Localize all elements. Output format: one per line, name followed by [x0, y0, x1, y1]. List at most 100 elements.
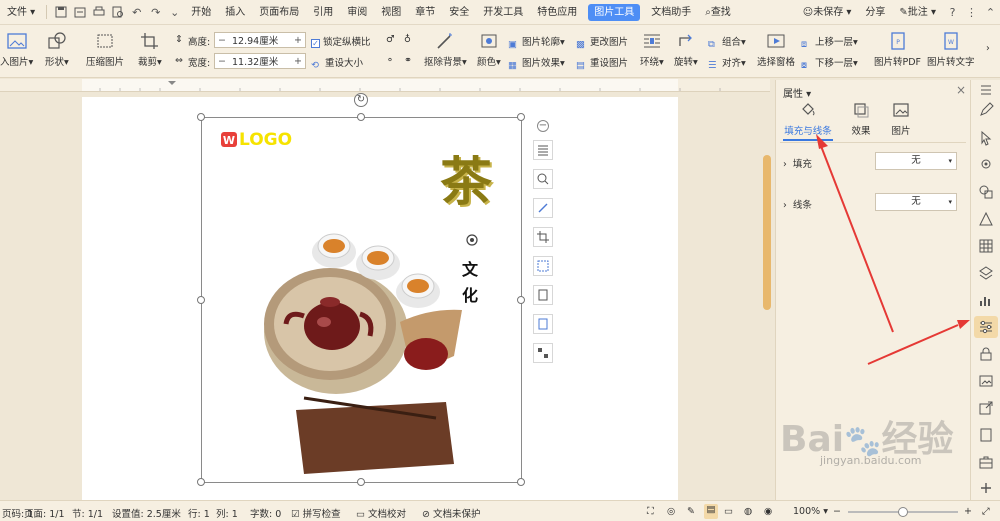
resize-handle-top-left[interactable] — [197, 113, 205, 121]
tab-picture-tools[interactable]: 图片工具 — [588, 3, 641, 21]
tab-picture[interactable]: 图片 — [886, 102, 916, 137]
fit-window-icon[interactable]: ⤢ — [982, 506, 990, 517]
page-view-icon[interactable]: ▤ — [704, 504, 718, 519]
tab-view[interactable]: 视图 — [374, 0, 408, 25]
fullscreen-icon[interactable]: ⛶ — [647, 506, 654, 517]
transparency-icon[interactable]: ⚭ — [404, 55, 412, 66]
reset-picture-button[interactable]: ▤ 重设图片 — [576, 55, 628, 72]
export-icon[interactable] — [73, 6, 86, 19]
table-icon[interactable] — [978, 238, 994, 254]
close-panel-icon[interactable]: × — [956, 83, 966, 97]
resize-handle-bottom-left[interactable] — [197, 478, 205, 486]
layout-options-icon[interactable] — [533, 140, 553, 160]
bring-forward-button[interactable]: ⧈ 上移一层▾ — [801, 34, 858, 51]
picture-selection-frame[interactable] — [201, 117, 522, 483]
resize-handle-bottom-right[interactable] — [517, 478, 525, 486]
align-button[interactable]: ☰ 对齐▾ — [708, 55, 746, 72]
print-icon[interactable] — [92, 6, 105, 19]
reset-size-button[interactable]: ⟲ 重设大小 — [311, 55, 363, 72]
fill-section-toggle[interactable]: › 填充 — [783, 156, 812, 170]
crop-tool-icon[interactable] — [533, 227, 553, 247]
pen-icon[interactable] — [978, 102, 994, 118]
shapes-icon[interactable] — [978, 184, 994, 200]
height-stepper[interactable]: − 12.94厘米 + — [214, 32, 306, 48]
lock-icon[interactable] — [978, 346, 994, 362]
document-canvas[interactable]: W LOGO 茶 文 化 ↻ − — [0, 92, 770, 500]
ribbon-scroll-right-icon[interactable]: › — [986, 43, 990, 54]
tab-home[interactable]: 开始 — [184, 0, 218, 25]
zoom-slider-thumb[interactable] — [898, 507, 908, 517]
rotate-style-icon[interactable]: ♁ — [404, 34, 411, 45]
print-preview-icon[interactable] — [111, 6, 124, 19]
zoom-level[interactable]: 100% ▾ — [793, 506, 828, 517]
annotate-button[interactable]: ✎批注 ▾ — [892, 0, 943, 25]
width-decrement-button[interactable]: − — [215, 56, 229, 67]
collapse-icon[interactable]: ⌃ — [984, 6, 997, 19]
picture-library-icon[interactable] — [978, 373, 994, 389]
resize-handle-left[interactable] — [197, 296, 205, 304]
collapse-sidebar-icon[interactable] — [978, 82, 994, 98]
tab-insert[interactable]: 插入 — [218, 0, 252, 25]
tab-chapter[interactable]: 章节 — [408, 0, 442, 25]
location-icon[interactable] — [978, 157, 994, 173]
lock-ratio-checkbox[interactable]: ✓ 锁定纵横比 — [311, 34, 371, 48]
width-stepper[interactable]: − 11.32厘米 + — [214, 53, 306, 69]
chevron-down-icon[interactable]: ⌄ — [168, 6, 181, 19]
tab-fill-and-line[interactable]: 填充与线条 — [780, 102, 836, 141]
tab-security[interactable]: 安全 — [442, 0, 476, 25]
file-menu[interactable]: 文件 ▾ — [0, 0, 42, 25]
collapse-tools-icon[interactable]: − — [537, 120, 549, 132]
redo-icon[interactable]: ↷ — [149, 6, 162, 19]
tab-page-layout[interactable]: 页面布局 — [252, 0, 306, 25]
style-icon[interactable] — [978, 211, 994, 227]
zoom-in-button[interactable]: + — [964, 506, 972, 517]
add-icon[interactable] — [978, 480, 994, 496]
cursor-icon[interactable] — [978, 130, 994, 146]
layers-icon[interactable] — [978, 265, 994, 281]
zoom-preview-icon[interactable] — [533, 169, 553, 189]
tab-review[interactable]: 审阅 — [340, 0, 374, 25]
height-decrement-button[interactable]: − — [215, 35, 229, 46]
remove-background-button[interactable]: 抠除背景▾ — [424, 32, 467, 68]
spell-check-button[interactable]: ☑ 拼写检查 — [291, 506, 341, 520]
outline-view-icon[interactable]: ▭ — [724, 506, 733, 517]
resize-handle-top-right[interactable] — [517, 113, 525, 121]
web-view-icon[interactable]: ◍ — [744, 506, 752, 517]
picture-outline-button[interactable]: ▣ 图片轮廓▾ — [508, 34, 565, 51]
eye-protect-icon[interactable]: ◎ — [667, 506, 675, 517]
read-mode-icon[interactable]: ◉ — [764, 506, 772, 517]
rotate-handle-icon[interactable]: ↻ — [354, 93, 368, 107]
write-mode-icon[interactable]: ✎ — [687, 506, 695, 517]
line-select[interactable]: 无 ▾ — [875, 193, 957, 211]
picture-to-text-button[interactable]: W 图片转文字 — [927, 32, 975, 68]
width-input[interactable]: 11.32厘米 — [229, 54, 291, 68]
fill-select[interactable]: 无 ▾ — [875, 152, 957, 170]
search-button[interactable]: ⌕查找 — [698, 0, 738, 25]
color-button[interactable]: 颜色▾ — [477, 32, 501, 68]
more-icon[interactable]: ⋮ — [965, 6, 978, 19]
resize-handle-top[interactable] — [357, 113, 365, 121]
magic-tool-icon[interactable] — [533, 198, 553, 218]
save-icon[interactable] — [54, 6, 67, 19]
more-tools-icon[interactable] — [533, 343, 553, 363]
width-increment-button[interactable]: + — [291, 56, 305, 67]
height-increment-button[interactable]: + — [291, 35, 305, 46]
flip-style-icon[interactable]: ⚬ — [386, 55, 394, 66]
select-region-icon[interactable] — [533, 256, 553, 276]
tab-effect[interactable]: 效果 — [846, 102, 876, 137]
picture-to-pdf-button[interactable]: P 图片转PDF — [874, 32, 921, 68]
compress-picture-button[interactable]: 压缩图片 — [86, 32, 124, 68]
picture-to-pdf-tool-icon[interactable] — [533, 285, 553, 305]
resize-handle-right[interactable] — [517, 296, 525, 304]
doc-proof-button[interactable]: ▭ 文档校对 — [356, 506, 406, 520]
tab-developer[interactable]: 开发工具 — [476, 0, 530, 25]
picture-effect-button[interactable]: ▦ 图片效果▾ — [508, 55, 565, 72]
unsaved-status[interactable]: ☺未保存 ▾ — [796, 0, 859, 25]
selection-pane-button[interactable]: 选择窗格 — [757, 32, 795, 68]
doc-protection-button[interactable]: ⊘ 文档未保护 — [422, 506, 481, 520]
share-button[interactable]: 分享 — [858, 0, 892, 25]
rotate-button[interactable]: 旋转▾ — [674, 32, 698, 68]
wrap-style-icon[interactable]: ♂ — [386, 34, 395, 45]
property-settings-icon[interactable] — [978, 319, 994, 335]
picture-to-text-tool-icon[interactable] — [533, 314, 553, 334]
